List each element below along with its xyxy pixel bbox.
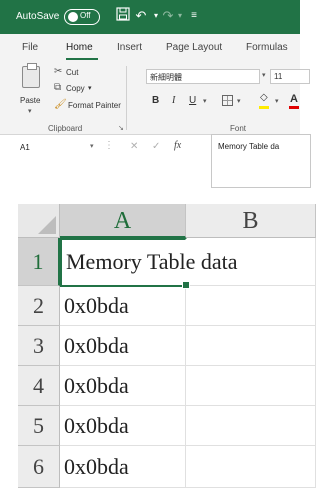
tab-file[interactable]: File [22,42,38,53]
formula-input[interactable]: Memory Table da [211,134,311,188]
customize-qat-icon[interactable]: ≡ [186,7,202,25]
cut-icon[interactable]: ✂ [54,66,62,77]
undo-icon[interactable]: ↶ [133,7,149,25]
enter-icon[interactable]: ✓ [152,141,160,152]
cell-b4[interactable] [186,366,316,406]
row-header-6[interactable]: 6 [18,446,60,488]
font-size-box[interactable]: 11 [270,69,310,84]
underline-dropdown-icon[interactable]: ▾ [203,97,207,105]
name-box-dropdown-icon[interactable]: ▾ [90,142,94,150]
cell-b2[interactable] [186,286,316,326]
font-group-label: Font [230,124,247,133]
copy-button[interactable]: Copy [66,84,85,93]
font-name-dropdown-icon[interactable]: ▾ [262,71,266,79]
font-color-swatch [289,106,299,109]
font-color-icon[interactable]: A [290,93,298,105]
copy-icon[interactable]: ⧉ [54,82,61,93]
tab-insert[interactable]: Insert [117,42,142,53]
tab-formulas[interactable]: Formulas [246,42,288,53]
cell-a3[interactable]: 0x0bda [60,326,186,366]
group-divider [126,66,127,130]
row-header-3[interactable]: 3 [18,326,60,366]
fill-handle[interactable] [182,281,190,289]
ribbon-tabs: File Home Insert Page Layout Formulas [0,34,300,62]
save-icon[interactable] [115,7,131,25]
clipboard-group-label: Clipboard [48,124,83,133]
tab-home[interactable]: Home [66,42,93,53]
cell-a5[interactable]: 0x0bda [60,406,186,446]
insert-function-button[interactable]: fx [174,140,181,151]
format-painter-icon[interactable]: 🖌 [54,99,67,110]
italic-button[interactable]: I [172,95,175,106]
cell-b6[interactable] [186,446,316,488]
autosave-toggle[interactable]: Off [64,9,100,25]
cell-b5[interactable] [186,406,316,446]
active-tab-indicator [66,58,98,60]
column-header-a[interactable]: A [60,204,186,238]
row-header-4[interactable]: 4 [18,366,60,406]
cell-a4[interactable]: 0x0bda [60,366,186,406]
column-header-b[interactable]: B [186,204,316,238]
clipboard-dialog-launcher-icon[interactable]: ↘ [118,124,124,132]
row-header-5[interactable]: 5 [18,406,60,446]
fill-color-icon[interactable]: ◇ [260,92,268,103]
row-header-1[interactable]: 1 [18,238,60,286]
underline-button[interactable]: U [189,95,196,106]
fill-color-dropdown-icon[interactable]: ▾ [275,97,279,105]
bold-button[interactable]: B [152,95,159,106]
cancel-icon[interactable]: ✕ [130,141,138,152]
cut-button[interactable]: Cut [66,68,78,77]
font-name-box[interactable]: 新細明體 [146,69,260,84]
borders-dropdown-icon[interactable]: ▾ [237,97,241,105]
tab-page-layout[interactable]: Page Layout [166,42,222,53]
cell-b3[interactable] [186,326,316,366]
paste-icon[interactable] [22,63,40,88]
row-header-2[interactable]: 2 [18,286,60,326]
copy-dropdown-icon[interactable]: ▾ [88,84,92,92]
autosave-label: AutoSave [16,11,60,22]
fill-color-swatch [259,106,269,109]
cell-a6[interactable]: 0x0bda [60,446,186,488]
paste-dropdown-icon[interactable]: ▾ [28,107,32,115]
autosave-state: Off [80,11,91,20]
paste-button[interactable]: Paste [20,96,40,105]
cell-a1[interactable]: Memory Table data [60,238,238,287]
format-painter-button[interactable]: Format Painter [68,101,121,110]
borders-icon[interactable] [222,95,233,106]
formula-bar-resize-handle[interactable]: ⋮ [104,140,114,151]
title-bar: AutoSave Off ↶ ▾ ↷ ▾ ≡ [0,0,300,34]
select-all-button[interactable] [18,204,60,238]
cell-a2[interactable]: 0x0bda [60,286,186,326]
toggle-knob [68,12,78,22]
